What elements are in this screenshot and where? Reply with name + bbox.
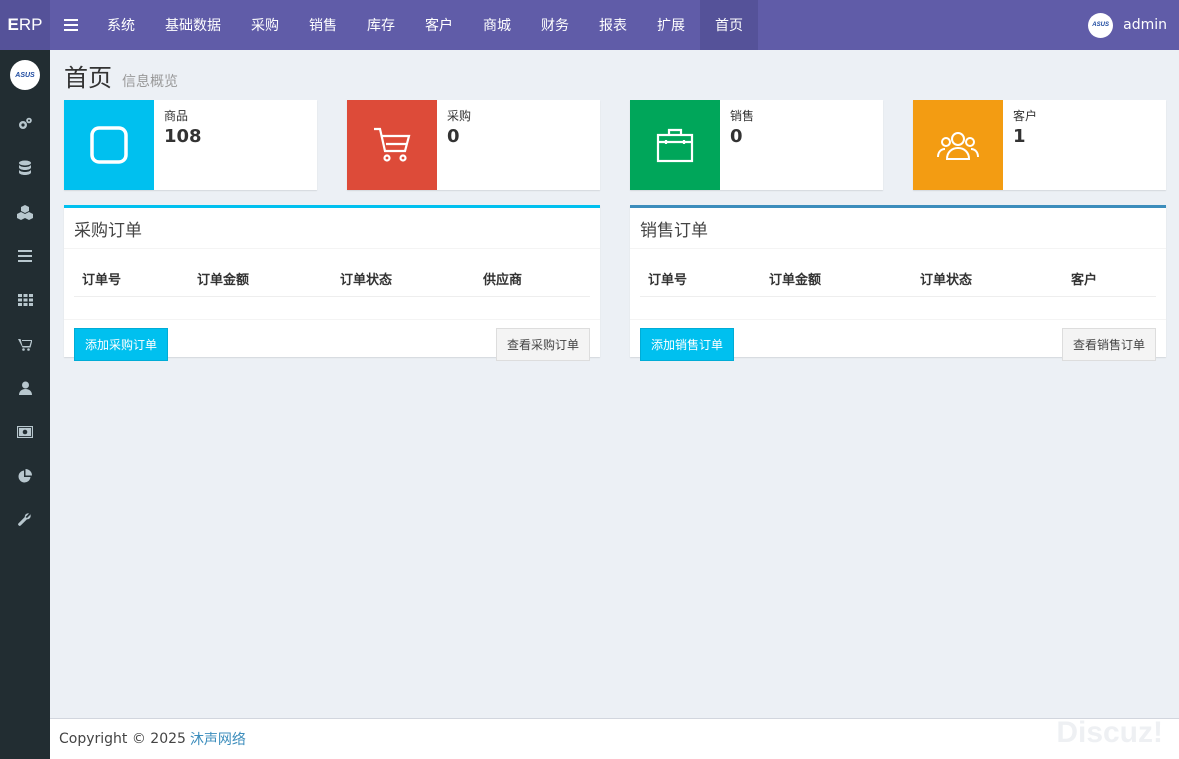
main-content: 首页 信息概览 商品 108 采购 0 销售 0 客户 1 采购订单 订单号 订… <box>50 50 1179 718</box>
column-header: 客户 <box>1063 261 1156 297</box>
purchase-orders-box: 采购订单 订单号 订单金额 订单状态 供应商 添加采购订单 查看采购订单 <box>64 205 600 361</box>
user-icon <box>18 381 32 395</box>
topnav-item-system[interactable]: 系统 <box>92 0 150 50</box>
info-label-products: 商品 <box>164 109 189 123</box>
topnav-item-basic-data[interactable]: 基础数据 <box>150 0 236 50</box>
users-icon <box>937 132 979 160</box>
purchase-orders-table: 订单号 订单金额 订单状态 供应商 <box>74 261 590 297</box>
topnav-item-home[interactable]: 首页 <box>700 0 758 50</box>
sidebar-item-mall[interactable] <box>0 322 50 366</box>
topnav-item-finance[interactable]: 财务 <box>526 0 584 50</box>
list-icon <box>18 250 32 262</box>
cart-icon <box>374 127 411 162</box>
cart-icon <box>18 338 32 351</box>
sidebar-item-basic-data[interactable] <box>0 146 50 190</box>
wrench-icon <box>18 513 31 526</box>
username: admin <box>1123 17 1167 33</box>
info-box-products: 商品 108 <box>64 100 317 190</box>
briefcase-icon <box>656 128 694 163</box>
square-icon <box>90 126 128 164</box>
money-icon <box>17 426 33 438</box>
top-menu: 系统 基础数据 采购 销售 库存 客户 商城 财务 报表 扩展 首页 <box>92 0 758 50</box>
page-subtitle: 信息概览 <box>122 74 178 90</box>
table-header-row: 订单号 订单金额 订单状态 客户 <box>640 261 1156 297</box>
sidebar-item-finance[interactable] <box>0 410 50 454</box>
topnav-item-mall[interactable]: 商城 <box>468 0 526 50</box>
sales-orders-box: 销售订单 订单号 订单金额 订单状态 客户 添加销售订单 查看销售订单 <box>630 205 1166 361</box>
purchase-orders-title: 采购订单 <box>64 208 600 249</box>
content-header: 首页 信息概览 <box>64 58 178 93</box>
info-label-purchase: 采购 <box>447 109 472 123</box>
sales-orders-title: 销售订单 <box>630 208 1166 249</box>
pie-chart-icon <box>18 469 32 483</box>
brand-rest: RP <box>18 15 43 34</box>
info-box-purchase: 采购 0 <box>347 100 600 190</box>
info-box-customers: 客户 1 <box>913 100 1166 190</box>
watermark: Discuz! <box>1056 716 1163 749</box>
info-label-customers: 客户 <box>1013 109 1038 123</box>
avatar-logo-text: ASUS <box>1092 22 1109 28</box>
topnav-item-inventory[interactable]: 库存 <box>352 0 410 50</box>
brand-initial: E <box>7 15 19 34</box>
sidebar-item-sales[interactable] <box>0 234 50 278</box>
company-link[interactable]: 沐声网络 <box>190 729 246 749</box>
info-value-customers: 1 <box>1013 126 1026 147</box>
column-header: 订单状态 <box>332 261 475 297</box>
top-navbar: E RP 系统 基础数据 采购 销售 库存 客户 商城 财务 报表 扩展 首页 A… <box>0 0 1179 50</box>
sidebar-item-customer[interactable] <box>0 366 50 410</box>
hamburger-icon <box>64 19 78 31</box>
grid-icon <box>17 294 33 306</box>
copyright-text: Copyright © 2025 <box>59 731 186 747</box>
sidebar: ASUS <box>0 50 50 759</box>
page-title: 首页 <box>64 64 112 92</box>
topnav-item-customer[interactable]: 客户 <box>410 0 468 50</box>
column-header: 供应商 <box>475 261 590 297</box>
page-footer: Copyright © 2025 沐声网络 <box>50 718 1179 759</box>
sidebar-item-purchase[interactable] <box>0 190 50 234</box>
info-icon-sales <box>630 100 720 190</box>
info-icon-products <box>64 100 154 190</box>
info-value-sales: 0 <box>730 126 743 147</box>
sidebar-avatar: ASUS <box>10 60 40 90</box>
column-header: 订单金额 <box>189 261 332 297</box>
info-value-purchase: 0 <box>447 126 460 147</box>
user-menu[interactable]: ASUS admin <box>1088 0 1179 50</box>
avatar: ASUS <box>1088 12 1114 38</box>
sales-orders-table: 订单号 订单金额 订单状态 客户 <box>640 261 1156 297</box>
topnav-item-extensions[interactable]: 扩展 <box>642 0 700 50</box>
database-icon <box>19 160 31 175</box>
info-label-sales: 销售 <box>730 109 755 123</box>
info-value-products: 108 <box>164 126 202 147</box>
sidebar-toggle-button[interactable] <box>50 0 92 50</box>
column-header: 订单号 <box>640 261 761 297</box>
brand-logo[interactable]: E RP <box>0 0 50 50</box>
sidebar-item-system[interactable] <box>0 102 50 146</box>
add-sales-order-button[interactable]: 添加销售订单 <box>640 328 735 361</box>
view-sales-orders-button[interactable]: 查看销售订单 <box>1061 328 1156 361</box>
add-purchase-order-button[interactable]: 添加采购订单 <box>74 328 169 361</box>
topnav-item-sales[interactable]: 销售 <box>294 0 352 50</box>
topnav-item-reports[interactable]: 报表 <box>584 0 642 50</box>
info-icon-customers <box>913 100 1003 190</box>
cubes-icon <box>17 205 33 220</box>
gears-icon <box>19 117 32 129</box>
column-header: 订单状态 <box>912 261 1063 297</box>
column-header: 订单金额 <box>761 261 912 297</box>
sidebar-avatar-logo-text: ASUS <box>15 71 35 79</box>
info-icon-purchase <box>347 100 437 190</box>
column-header: 订单号 <box>74 261 189 297</box>
info-box-sales: 销售 0 <box>630 100 883 190</box>
table-header-row: 订单号 订单金额 订单状态 供应商 <box>74 261 590 297</box>
sidebar-item-extensions[interactable] <box>0 498 50 542</box>
sidebar-item-reports[interactable] <box>0 454 50 498</box>
view-purchase-orders-button[interactable]: 查看采购订单 <box>495 328 590 361</box>
topnav-item-purchase[interactable]: 采购 <box>236 0 294 50</box>
sidebar-item-inventory[interactable] <box>0 278 50 322</box>
